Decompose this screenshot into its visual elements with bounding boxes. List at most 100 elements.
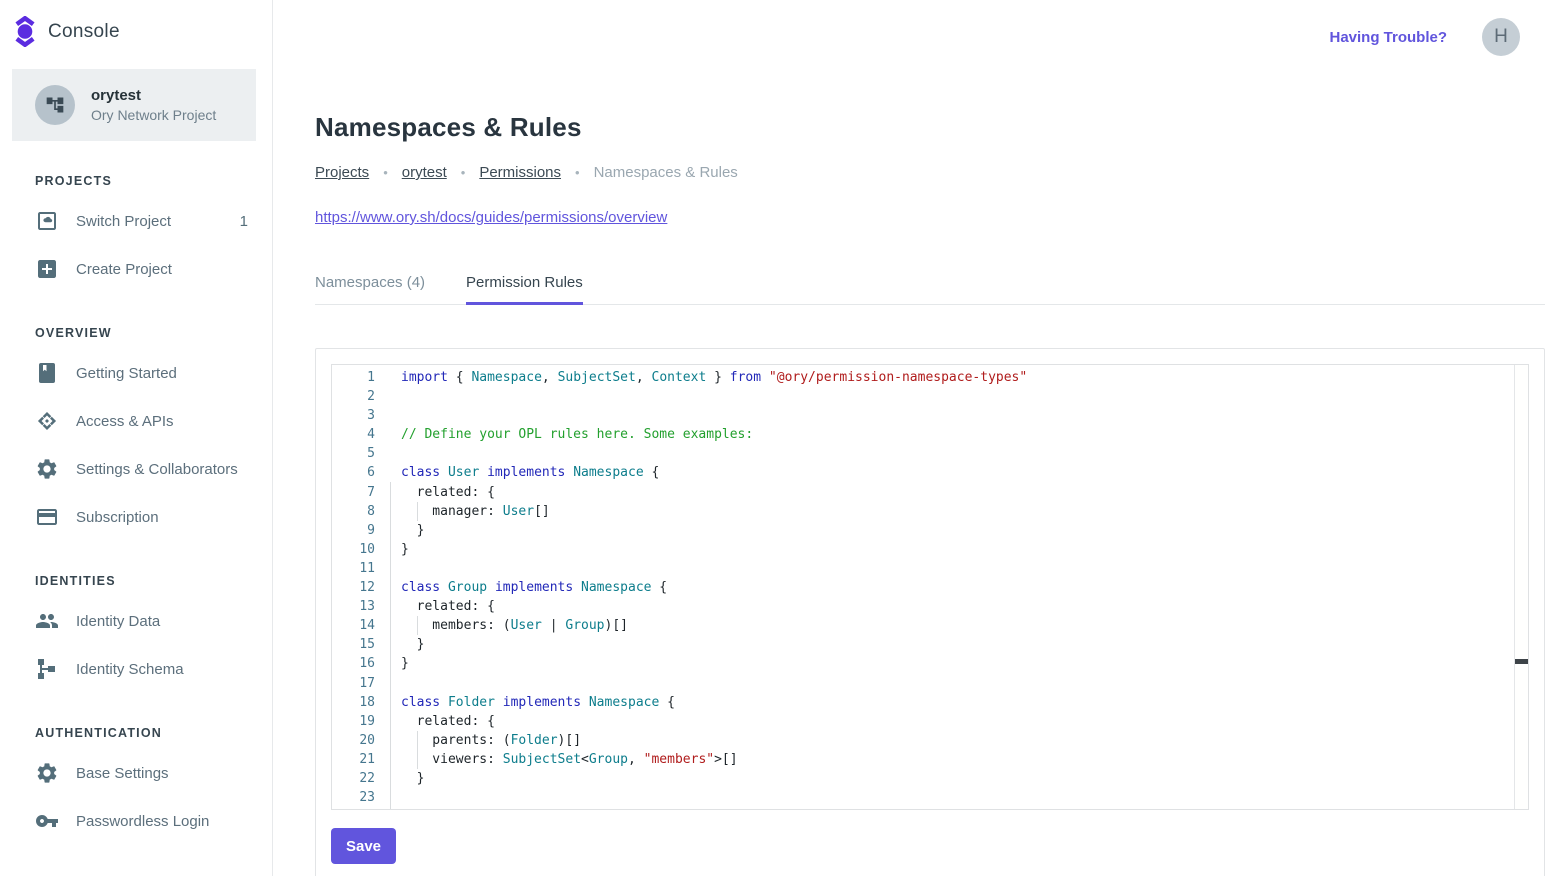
code-line[interactable]: 23 <box>332 788 1528 807</box>
line-number: 7 <box>332 483 390 502</box>
sidebar-item-label: Access & APIs <box>76 413 248 430</box>
code-line[interactable]: 14 members: (User | Group)[] <box>332 616 1528 635</box>
tab-namespaces-4[interactable]: Namespaces (4) <box>315 274 425 304</box>
code-line[interactable]: 13 related: { <box>332 597 1528 616</box>
code-line[interactable]: 2 <box>332 387 1528 406</box>
console-logo[interactable]: Console <box>0 0 272 61</box>
code-line[interactable]: 15 } <box>332 635 1528 654</box>
line-number: 5 <box>332 444 390 463</box>
code-editor[interactable]: 1import { Namespace, SubjectSet, Context… <box>331 364 1529 810</box>
code-line[interactable]: 20 parents: (Folder)[] <box>332 731 1528 750</box>
breadcrumb: Projects • orytest • Permissions • Namespaces … <box>315 164 1545 181</box>
sidebar-item-label: Passwordless Login <box>76 813 248 830</box>
code-line[interactable]: 1import { Namespace, SubjectSet, Context… <box>332 368 1528 387</box>
sidebar-item-switch-project[interactable]: Switch Project1 <box>0 197 272 245</box>
gear-icon <box>35 761 59 785</box>
current-project[interactable]: orytest Ory Network Project <box>12 69 256 141</box>
code-line[interactable]: 9 } <box>332 521 1528 540</box>
section-title-overview: OVERVIEW <box>0 326 272 340</box>
code-line[interactable]: 18class Folder implements Namespace { <box>332 693 1528 712</box>
sidebar-item-label: Switch Project <box>76 213 240 230</box>
sidebar-item-label: Identity Schema <box>76 661 248 678</box>
key-icon <box>35 809 59 833</box>
line-number: 9 <box>332 521 390 540</box>
sidebar-item-label: Create Project <box>76 261 248 278</box>
code-line[interactable]: 3 <box>332 406 1528 425</box>
code-line[interactable]: 24 permits = { <box>332 807 1528 810</box>
switch-project-icon <box>35 209 59 233</box>
breadcrumb-separator: • <box>575 165 580 180</box>
code-lines: 1import { Namespace, SubjectSet, Context… <box>332 365 1528 810</box>
line-number: 14 <box>332 616 390 635</box>
code-line[interactable]: 5 <box>332 444 1528 463</box>
breadcrumb-separator: • <box>383 165 388 180</box>
code-line[interactable]: 10} <box>332 540 1528 559</box>
tab-bar: Namespaces (4) Permission Rules <box>315 274 1545 305</box>
code-line[interactable]: 6class User implements Namespace { <box>332 463 1528 482</box>
page-title: Namespaces & Rules <box>315 112 1545 143</box>
code-line[interactable]: 21 viewers: SubjectSet<Group, "members">… <box>332 750 1528 769</box>
line-number: 1 <box>332 368 390 387</box>
breadcrumb-namespaces-rules: Namespaces & Rules <box>594 164 738 181</box>
line-number: 20 <box>332 731 390 750</box>
indent-guide <box>417 731 418 750</box>
line-number: 22 <box>332 769 390 788</box>
sidebar-item-base-settings[interactable]: Base Settings <box>0 749 272 797</box>
create-project-icon <box>35 257 59 281</box>
line-number: 3 <box>332 406 390 425</box>
code-line[interactable]: 7 related: { <box>332 483 1528 502</box>
breadcrumb-separator: • <box>461 165 466 180</box>
having-trouble-link[interactable]: Having Trouble? <box>1329 29 1447 46</box>
line-number: 19 <box>332 712 390 731</box>
gear-icon <box>35 457 59 481</box>
account-tree-icon <box>45 95 65 115</box>
line-number: 11 <box>332 559 390 578</box>
sidebar-item-create-project[interactable]: Create Project <box>0 245 272 293</box>
sidebar-item-getting-started[interactable]: Getting Started <box>0 349 272 397</box>
code-line[interactable]: 8 manager: User[] <box>332 502 1528 521</box>
code-line[interactable]: 11 <box>332 559 1528 578</box>
sidebar-item-access-apis[interactable]: Access & APIs <box>0 397 272 445</box>
item-count-badge: 1 <box>240 213 248 230</box>
line-number: 15 <box>332 635 390 654</box>
indent-guide <box>417 502 418 521</box>
sidebar-item-settings-collaborators[interactable]: Settings & Collaborators <box>0 445 272 493</box>
code-line[interactable]: 19 related: { <box>332 712 1528 731</box>
sidebar-item-subscription[interactable]: Subscription <box>0 493 272 541</box>
code-line[interactable]: 12class Group implements Namespace { <box>332 578 1528 597</box>
line-number: 17 <box>332 674 390 693</box>
sidebar-item-identity-data[interactable]: Identity Data <box>0 597 272 645</box>
breadcrumb-permissions[interactable]: Permissions <box>479 164 561 181</box>
code-line[interactable]: 17 <box>332 674 1528 693</box>
indent-guide <box>417 750 418 769</box>
sidebar-item-identity-schema[interactable]: Identity Schema <box>0 645 272 693</box>
section-title-projects: PROJECTS <box>0 174 272 188</box>
credit-card-icon <box>35 505 59 529</box>
project-info: orytest Ory Network Project <box>91 87 216 123</box>
tab-permission-rules[interactable]: Permission Rules <box>466 274 583 304</box>
permission-rules-panel: 1import { Namespace, SubjectSet, Context… <box>315 348 1545 876</box>
project-avatar <box>35 85 75 125</box>
line-number: 16 <box>332 654 390 673</box>
code-line[interactable]: 16} <box>332 654 1528 673</box>
sidebar-item-label: Getting Started <box>76 365 248 382</box>
docs-link[interactable]: https://www.ory.sh/docs/guides/permissio… <box>315 209 667 226</box>
line-number: 10 <box>332 540 390 559</box>
breadcrumb-projects[interactable]: Projects <box>315 164 369 181</box>
editor-scrollbar[interactable] <box>1514 365 1528 809</box>
indent-guide <box>390 482 391 809</box>
sidebar-item-label: Base Settings <box>76 765 248 782</box>
line-number: 12 <box>332 578 390 597</box>
sidebar-item-label: Subscription <box>76 509 248 526</box>
project-name: orytest <box>91 87 216 104</box>
project-subtitle: Ory Network Project <box>91 107 216 123</box>
code-line[interactable]: 22 } <box>332 769 1528 788</box>
breadcrumb-orytest[interactable]: orytest <box>402 164 447 181</box>
code-line[interactable]: 4// Define your OPL rules here. Some exa… <box>332 425 1528 444</box>
save-button[interactable]: Save <box>331 828 396 864</box>
content-area: Having Trouble? H Namespaces & Rules Pro… <box>273 0 1556 876</box>
sidebar-item-label: Identity Data <box>76 613 248 630</box>
sidebar-item-passwordless-login[interactable]: Passwordless Login <box>0 797 272 845</box>
user-avatar[interactable]: H <box>1482 18 1520 56</box>
sidebar-item-label: Settings & Collaborators <box>76 461 248 478</box>
